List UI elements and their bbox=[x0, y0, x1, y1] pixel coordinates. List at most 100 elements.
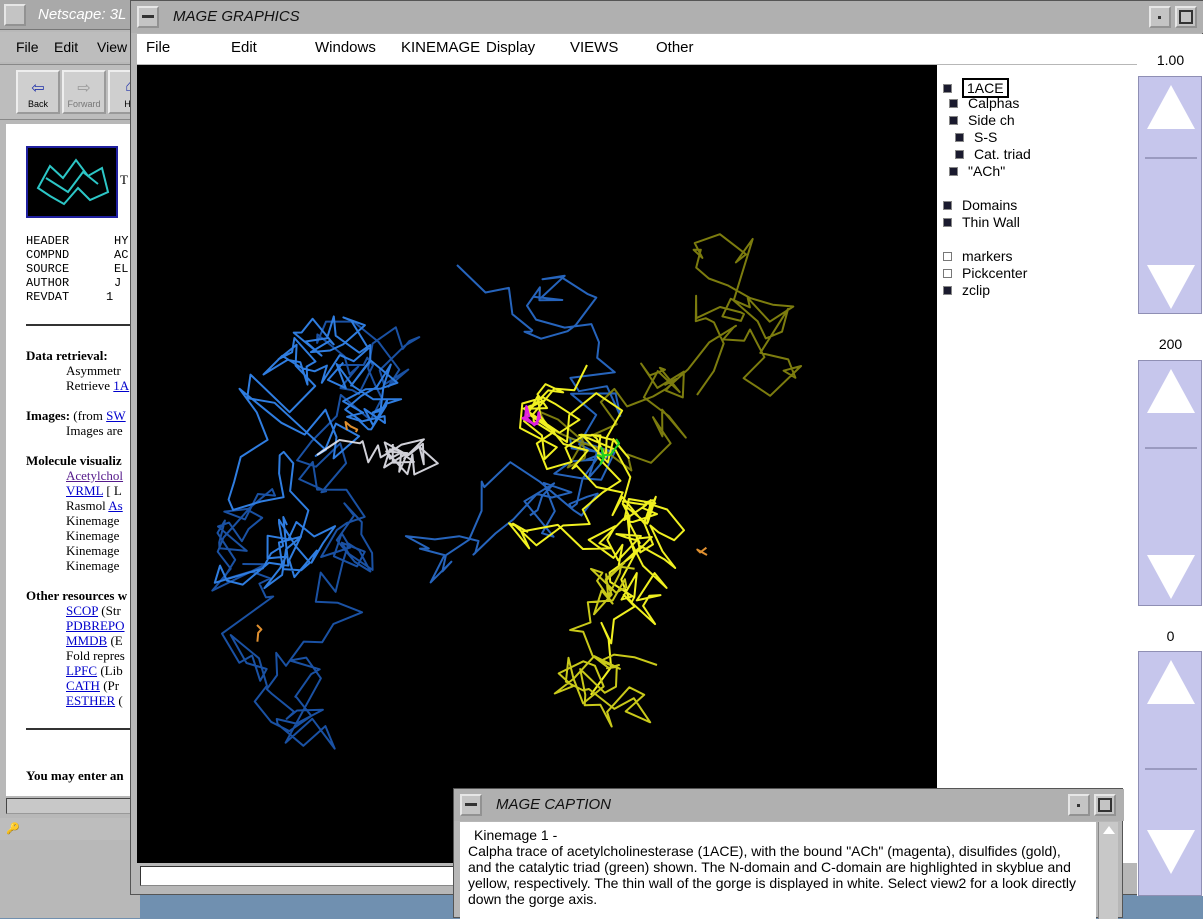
group-toggle-zclip[interactable]: zclip bbox=[943, 282, 990, 298]
checkbox-icon bbox=[943, 217, 952, 227]
mage-menu-display[interactable]: Display bbox=[486, 39, 535, 56]
mage-menu-views[interactable]: VIEWS bbox=[570, 39, 618, 56]
window-menu-button[interactable] bbox=[4, 4, 26, 26]
netscape-menu-file[interactable]: File bbox=[16, 39, 39, 55]
netscape-menu-view[interactable]: View bbox=[97, 39, 127, 55]
mage-menu-edit[interactable]: Edit bbox=[231, 39, 257, 56]
resource-row: ESTHER ( bbox=[66, 693, 123, 708]
kinemage-graphics-canvas[interactable] bbox=[137, 65, 937, 863]
caption-text-area[interactable]: Kinemage 1 - Calpha trace of acetylcholi… bbox=[460, 822, 1096, 919]
vrml-row: VRML [ L bbox=[66, 483, 122, 498]
ztran-slider[interactable] bbox=[1138, 651, 1202, 896]
zoom-value: 1.00 bbox=[1156, 52, 1185, 68]
scop-link[interactable]: SCOP bbox=[66, 603, 98, 618]
security-key-icon: 🔑 bbox=[6, 823, 20, 835]
mmdb-link[interactable]: MMDB bbox=[66, 633, 107, 648]
down-arrow-icon[interactable] bbox=[1147, 555, 1195, 599]
pdbrepo-link[interactable]: PDBREPO bbox=[66, 618, 125, 633]
window-menu-button[interactable] bbox=[460, 794, 482, 816]
group-toggle-domains[interactable]: Domains bbox=[943, 197, 1017, 213]
zoom-slider[interactable] bbox=[1138, 76, 1202, 314]
n-domain-trace[interactable] bbox=[404, 264, 622, 584]
enter-text: You may enter an bbox=[26, 768, 124, 783]
group-toggle-thin-wall[interactable]: Thin Wall bbox=[943, 214, 1020, 230]
minimize-button[interactable] bbox=[1068, 794, 1090, 816]
vrml-link[interactable]: VRML bbox=[66, 483, 103, 498]
kinemage-row[interactable]: Kinemage bbox=[66, 513, 119, 529]
data-retrieval-heading: Data retrieval: bbox=[26, 348, 108, 363]
mage-menu-other[interactable]: Other bbox=[656, 39, 694, 56]
resource-row: LPFC (Lib bbox=[66, 663, 123, 678]
checkbox-icon bbox=[949, 98, 958, 108]
kinemage-row[interactable]: Kinemage bbox=[66, 528, 119, 544]
checkbox-icon bbox=[949, 166, 958, 176]
c-domain-trace[interactable] bbox=[553, 561, 658, 728]
asymmetric-unit-text: Asymmetr bbox=[66, 363, 121, 378]
lpfc-link[interactable]: LPFC bbox=[66, 663, 97, 678]
up-arrow-icon[interactable] bbox=[1147, 660, 1195, 704]
caption-titlebar[interactable]: MAGE CAPTION bbox=[454, 789, 1124, 821]
group-toggle-calphas[interactable]: Calphas bbox=[949, 95, 1019, 111]
disulfide-bond[interactable] bbox=[696, 546, 708, 556]
netscape-horizontal-scrollbar[interactable] bbox=[6, 798, 136, 814]
other-resources-heading: Other resources w bbox=[26, 588, 128, 603]
caption-vertical-scrollbar[interactable] bbox=[1098, 822, 1118, 919]
maximize-button[interactable] bbox=[1094, 794, 1116, 816]
mage-titlebar[interactable]: MAGE GRAPHICS bbox=[131, 1, 1203, 33]
retrieve-link[interactable]: 1A bbox=[113, 378, 129, 393]
disulfide-bond[interactable] bbox=[256, 624, 263, 642]
images-source-link[interactable]: SW bbox=[106, 408, 126, 423]
group-toggle-markers[interactable]: markers bbox=[943, 248, 1013, 264]
kinemage-row[interactable]: Kinemage bbox=[66, 543, 119, 559]
kinemage-row[interactable]: Kinemage bbox=[66, 558, 119, 574]
mage-menubar: File Edit Windows KINEMAGE Display VIEWS… bbox=[137, 34, 1137, 64]
mage-menu-file[interactable]: File bbox=[146, 39, 170, 56]
back-button[interactable]: ⇦ Back bbox=[16, 70, 60, 114]
netscape-window: Netscape: 3L File Edit View ⇦ Back ⇨ Forwa… bbox=[0, 0, 152, 918]
divider bbox=[26, 324, 136, 326]
netscape-toolbar: ⇦Back ⇨Forward ⌂Ho bbox=[0, 64, 152, 120]
fold-text: Fold repres bbox=[66, 648, 125, 663]
down-arrow-icon[interactable] bbox=[1147, 830, 1195, 874]
netscape-title: Netscape: 3L bbox=[38, 6, 127, 23]
checkbox-icon bbox=[943, 268, 952, 278]
up-arrow-icon[interactable] bbox=[1147, 85, 1195, 129]
netscape-titlebar[interactable]: Netscape: 3L bbox=[0, 0, 140, 30]
pdb-header-block: HEADER HY COMPND AC SOURCE EL AUTHOR J REVDA… bbox=[26, 234, 129, 304]
down-arrow-icon[interactable] bbox=[1147, 265, 1195, 309]
back-arrow-icon: ⇦ bbox=[31, 80, 45, 97]
checkbox-icon bbox=[943, 251, 952, 261]
maximize-button[interactable] bbox=[1175, 6, 1197, 28]
zclip-slider[interactable] bbox=[1138, 360, 1202, 606]
protein-thumbnail-image[interactable] bbox=[26, 146, 118, 218]
checkbox-icon bbox=[943, 200, 952, 210]
rasmol-link[interactable]: As bbox=[108, 498, 122, 513]
window-menu-button[interactable] bbox=[137, 6, 159, 28]
minimize-button[interactable] bbox=[1149, 6, 1171, 28]
mage-menu-windows[interactable]: Windows bbox=[315, 39, 376, 56]
group-toggle-ach[interactable]: "ACh" bbox=[949, 163, 1005, 179]
resource-row: CATH (Pr bbox=[66, 678, 120, 693]
acetylcholinesterase-link[interactable]: Acetylchol bbox=[66, 468, 123, 484]
netscape-menu-edit[interactable]: Edit bbox=[54, 39, 78, 55]
forward-button[interactable]: ⇨ Forward bbox=[62, 70, 106, 114]
group-toggle-pickcenter[interactable]: Pickcenter bbox=[943, 265, 1027, 281]
esther-link[interactable]: ESTHER bbox=[66, 693, 115, 708]
slider-thumb[interactable] bbox=[1145, 768, 1197, 770]
mage-menu-kinemage[interactable]: KINEMAGE bbox=[401, 39, 480, 56]
images-row: Images: (from SW bbox=[26, 408, 126, 423]
up-arrow-icon[interactable] bbox=[1147, 369, 1195, 413]
group-toggle-side-chains[interactable]: Side ch bbox=[949, 112, 1015, 128]
scroll-up-icon[interactable] bbox=[1102, 826, 1115, 834]
calpha-trace-drawing[interactable] bbox=[137, 65, 937, 863]
checkbox-icon bbox=[955, 149, 964, 159]
mage-caption-window: MAGE CAPTION Kinemage 1 - Calpha trace o… bbox=[453, 788, 1124, 919]
group-toggle-disulfides[interactable]: S-S bbox=[955, 129, 997, 145]
caption-body: Calpha trace of acetylcholinesterase (1A… bbox=[468, 843, 1077, 907]
netscape-page: T HEADER HY COMPND AC SOURCE EL AUTHOR J REV… bbox=[6, 124, 136, 796]
cath-link[interactable]: CATH bbox=[66, 678, 100, 693]
slider-thumb[interactable] bbox=[1145, 157, 1197, 159]
mage-graphics-window: MAGE GRAPHICS File Edit Windows KINEMAGE… bbox=[130, 0, 1203, 896]
group-toggle-catalytic-triad[interactable]: Cat. triad bbox=[955, 146, 1031, 162]
slider-thumb[interactable] bbox=[1145, 447, 1197, 449]
